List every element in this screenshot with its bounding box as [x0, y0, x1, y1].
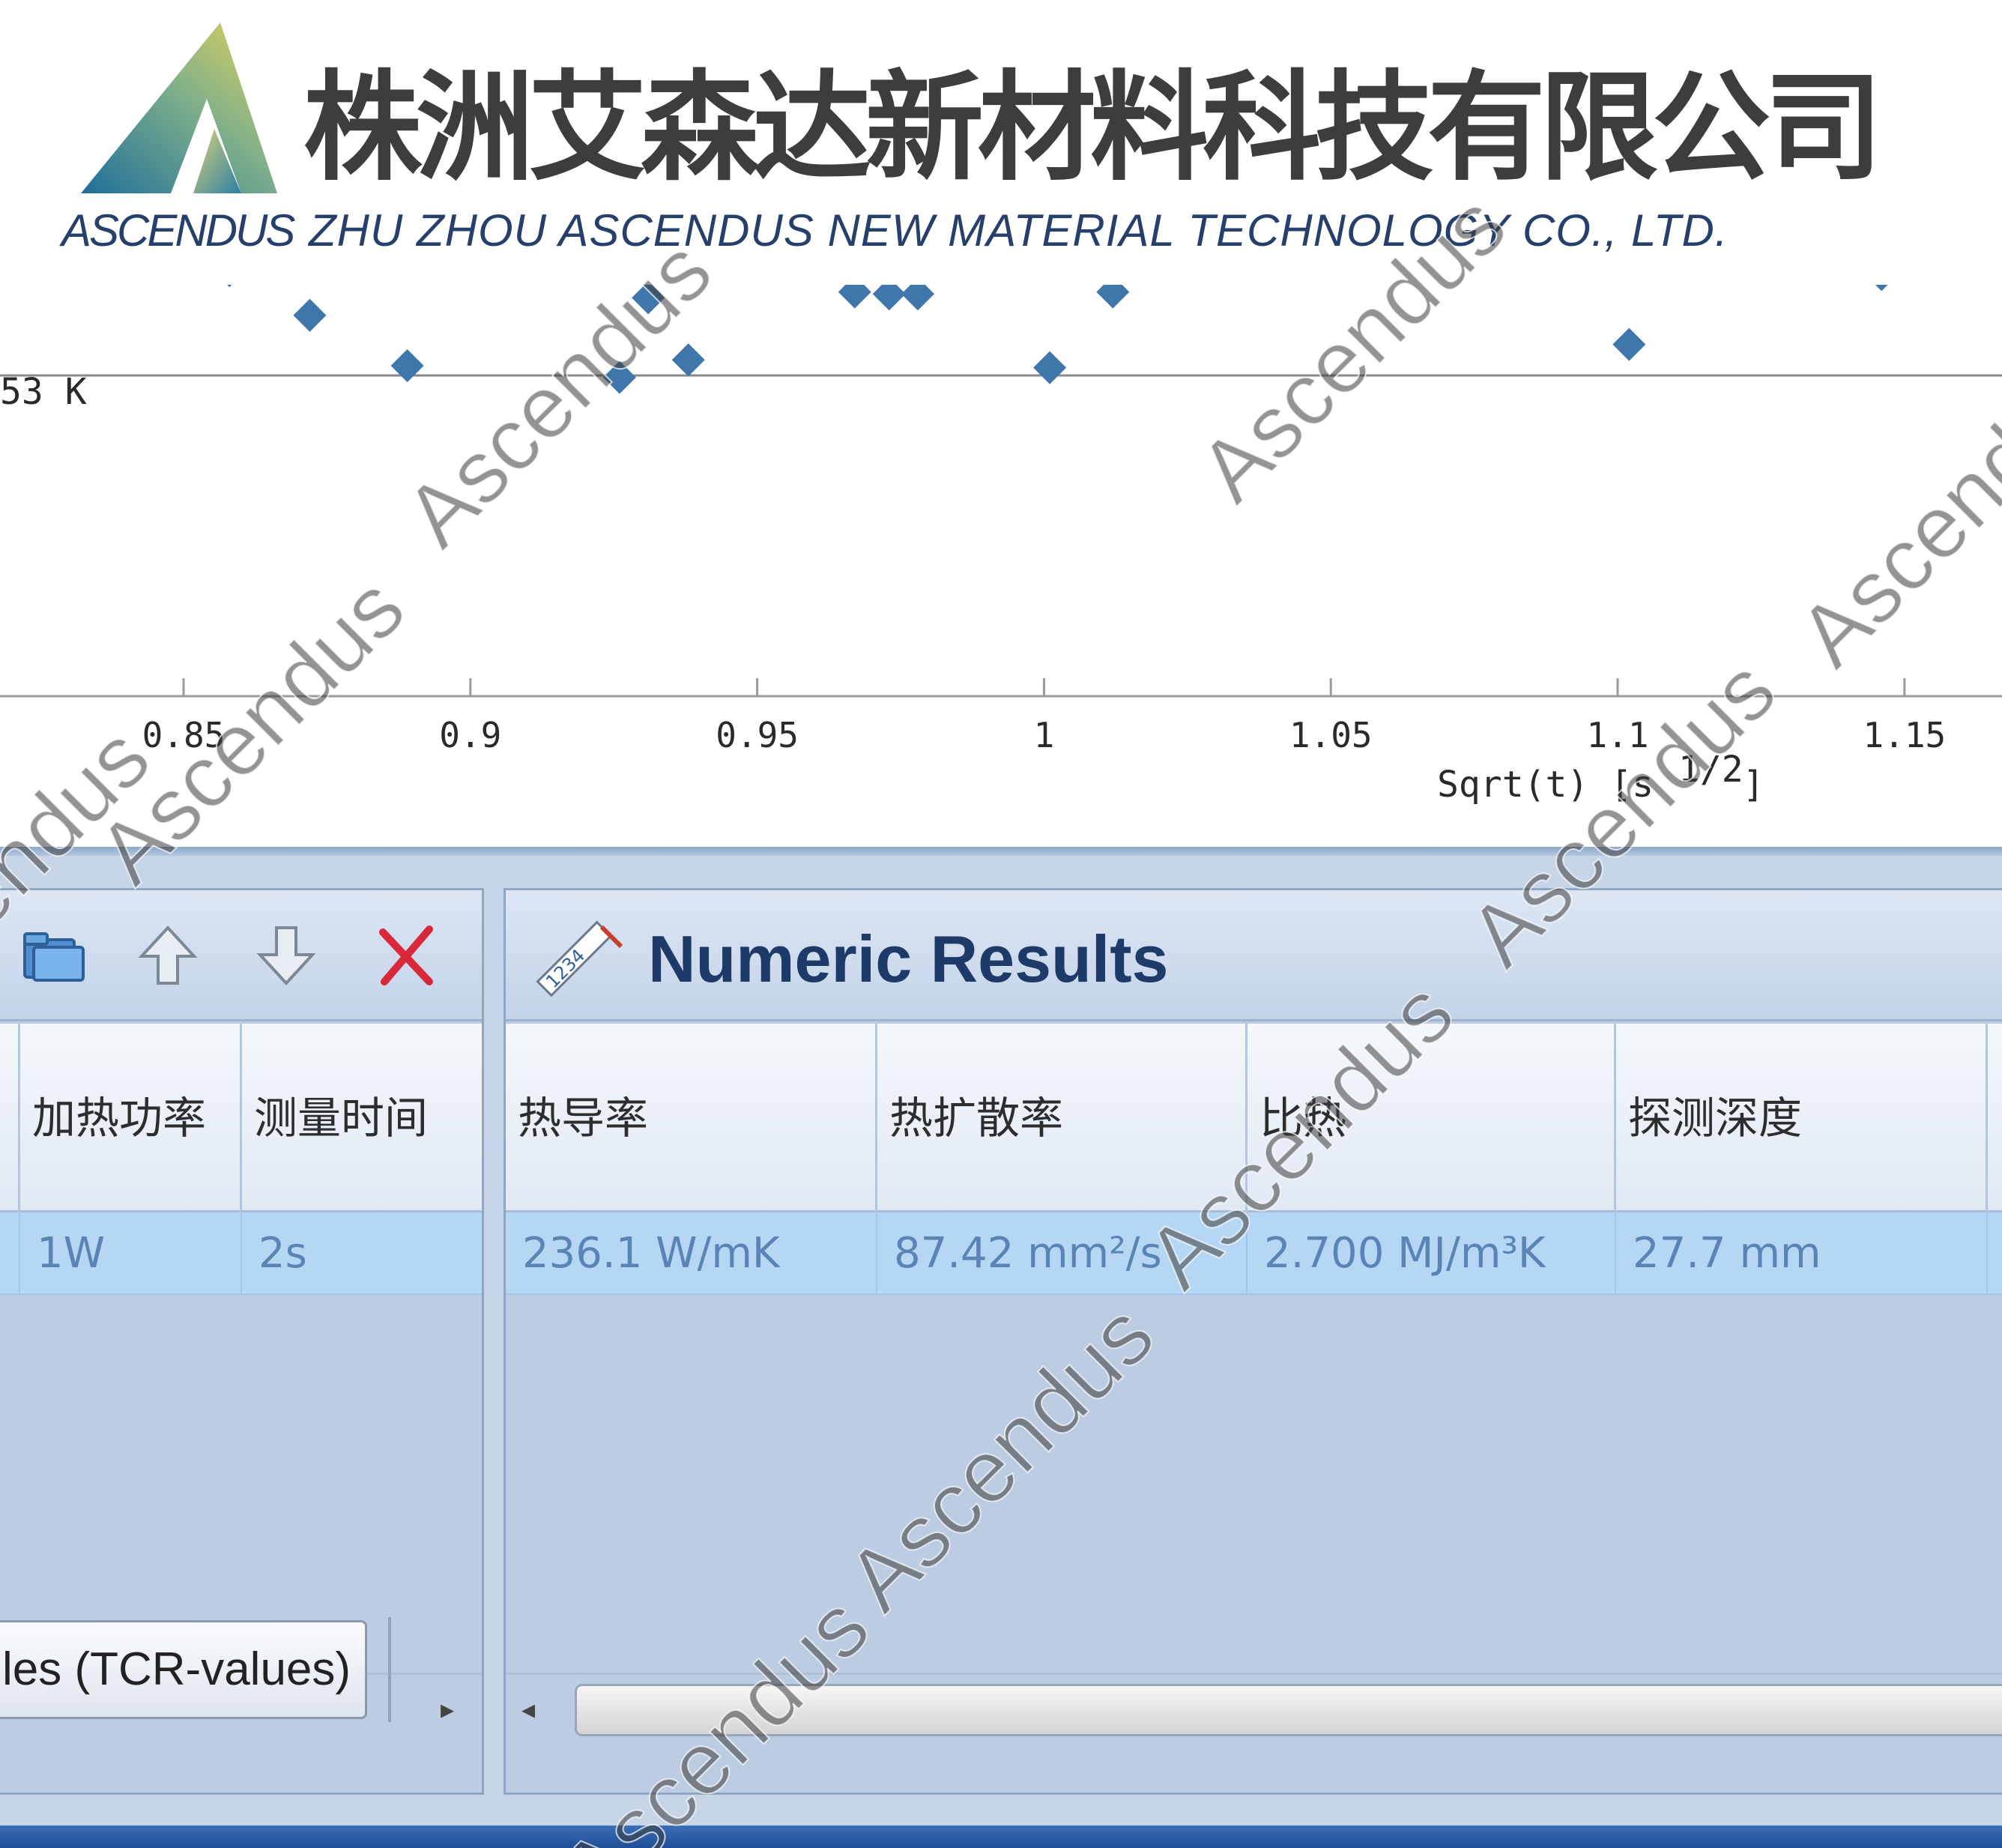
brand-name: ASCENDUS [61, 205, 295, 256]
tcr-values-tab[interactable]: les (TCR-values) [0, 1620, 367, 1719]
data-point [227, 285, 232, 288]
x-tick-label: 1.05 [1289, 715, 1373, 755]
company-name-chinese: 株洲艾森达新材料科技有限公司 [303, 59, 1883, 197]
data-point [1612, 327, 1646, 361]
delete-icon[interactable] [372, 922, 440, 989]
data-point [1033, 351, 1067, 384]
x-axis-label-exponent: 1/2 [1678, 749, 1744, 791]
arrow-up-icon[interactable] [134, 922, 202, 989]
window-bottom-bar [0, 1826, 2002, 1848]
left-grid-header: 加热功率 测量时间 [0, 1024, 482, 1213]
sqrt-time-scatter-chart: 0.85 0.9 0.95 1 1.05 1.1 1.15 53 K Sqrt(t) [s … [0, 285, 2002, 847]
x-tick-label: 0.85 [142, 715, 226, 755]
thermal-conductivity-cell: 236.1 W/mK [506, 1213, 877, 1295]
data-point [293, 298, 327, 332]
data-point [390, 349, 424, 383]
table-row[interactable]: 1W 2s [0, 1213, 482, 1295]
arrow-down-icon[interactable] [252, 922, 320, 989]
tab-separator [388, 1617, 391, 1722]
panel-title: Numeric Results [648, 922, 1169, 996]
specific-heat-cell: 2.700 MJ/m³K [1248, 1213, 1616, 1295]
numeric-results-icon: 1234 [536, 920, 623, 997]
numeric-results-header: 1234 Numeric Results [506, 890, 2002, 1021]
scroll-left-arrow-icon[interactable]: ◂ [513, 1691, 543, 1729]
data-point [632, 285, 665, 315]
splitter-bar[interactable] [0, 847, 2002, 856]
x-tick-label: 1 [1034, 715, 1055, 755]
company-name-english: ZHU ZHOU ASCENDUS NEW MATERIAL TECHNOLOG… [309, 205, 1729, 256]
column-header-heating-power[interactable]: 加热功率 [20, 1024, 242, 1213]
table-row[interactable]: 236.1 W/mK 87.42 mm²/s 2.700 MJ/m³K 27.7… [506, 1213, 2002, 1295]
x-tick-label: 0.9 [439, 715, 501, 755]
x-tick-label: 1.15 [1863, 715, 1946, 755]
column-header-measure-time[interactable]: 测量时间 [242, 1024, 482, 1213]
numeric-results-panel: 1234 Numeric Results 热导率 热扩散率 比热 探测深度 23… [503, 888, 2002, 1795]
column-header-thermal-diffusivity[interactable]: 热扩散率 [877, 1024, 1248, 1213]
x-tick-label: 1.1 [1586, 715, 1648, 755]
results-horizontal-scrollbar[interactable]: ◂ [506, 1673, 2002, 1748]
data-point [671, 343, 705, 377]
probing-depth-cell: 27.7 mm [1616, 1213, 1988, 1295]
results-grid-header: 热导率 热扩散率 比热 探测深度 [506, 1024, 2002, 1213]
data-point [901, 285, 934, 311]
table-cell [0, 1213, 20, 1295]
column-header-specific-heat[interactable]: 比热 [1248, 1024, 1616, 1213]
data-point [1096, 285, 1130, 309]
ascendus-triangle-logo-icon [81, 22, 277, 193]
data-point [1875, 285, 1888, 292]
column-header-hidden[interactable] [0, 1024, 20, 1213]
x-axis-label-bracket: ] [1743, 764, 1764, 806]
scroll-thumb[interactable] [575, 1684, 2002, 1736]
left-panel-toolbar [0, 890, 482, 1021]
data-point [602, 360, 636, 394]
thermal-diffusivity-cell: 87.42 mm²/s [877, 1213, 1248, 1295]
scroll-right-arrow-icon[interactable]: ▸ [432, 1691, 462, 1729]
data-point [838, 285, 871, 309]
measure-time-cell: 2s [258, 1229, 307, 1278]
column-header-probing-depth[interactable]: 探测深度 [1616, 1024, 1988, 1213]
column-header-thermal-conductivity[interactable]: 热导率 [506, 1024, 877, 1213]
x-tick-label: 0.95 [716, 715, 799, 755]
data-point [872, 285, 906, 311]
x-axis-label: Sqrt(t) [s [1437, 764, 1654, 806]
heating-power-cell: 1W [20, 1213, 242, 1295]
chart-plot: 0.85 0.9 0.95 1 1.05 1.1 1.15 53 K Sqrt(t) [s … [0, 285, 2002, 806]
folder-icon[interactable] [20, 922, 88, 989]
reference-line-label: 53 K [0, 371, 87, 413]
company-logo-header: 株洲艾森达新材料科技有限公司 ASCENDUS ZHU ZHOU ASCENDU… [0, 0, 2002, 285]
